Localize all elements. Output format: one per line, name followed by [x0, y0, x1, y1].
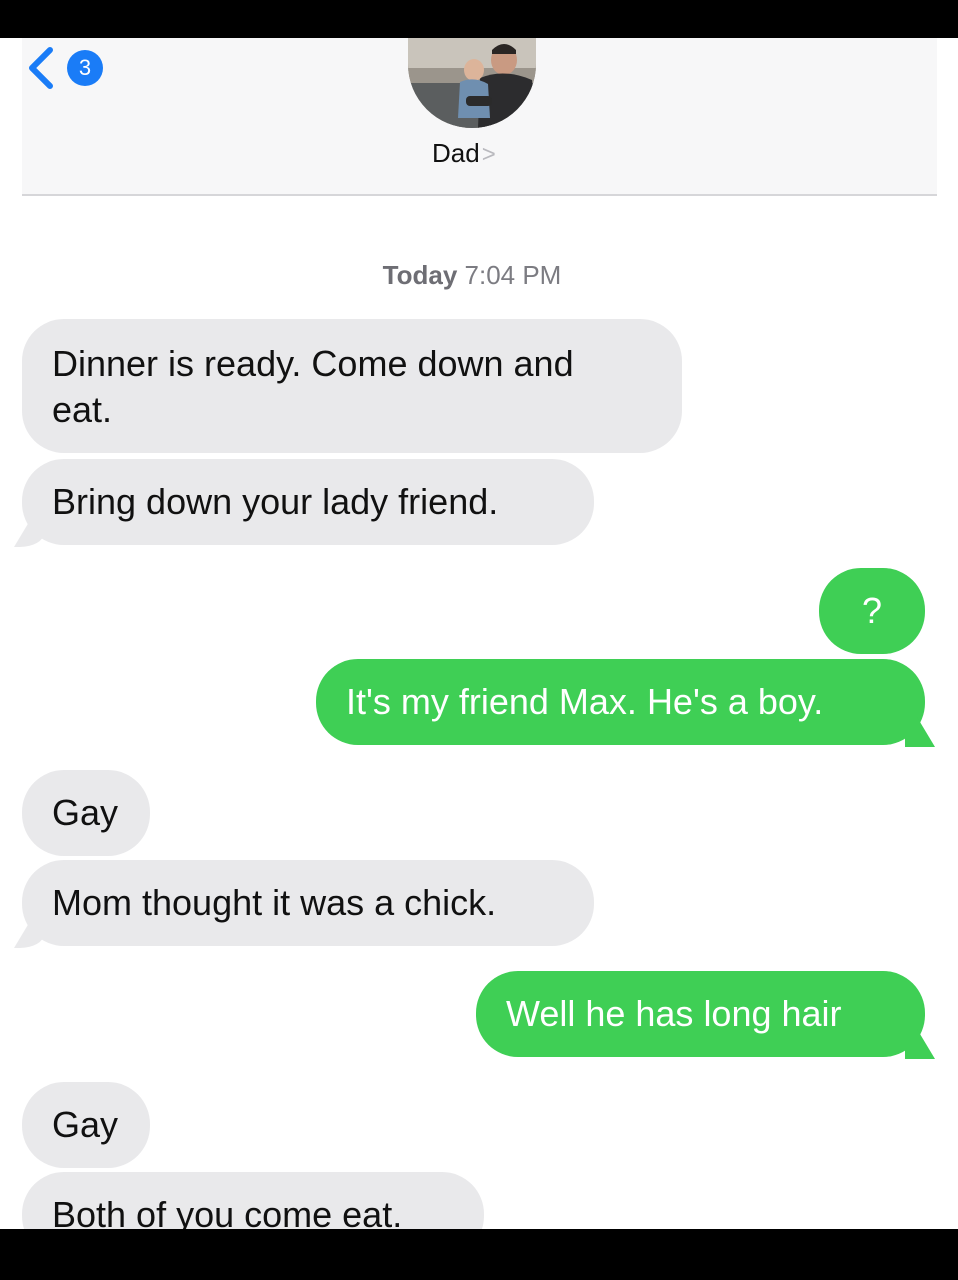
message-text: Well he has long hair — [506, 993, 842, 1034]
message-text: It's my friend Max. He's a boy. — [346, 681, 824, 722]
message-text: Gay — [52, 792, 119, 833]
message-bubble-received[interactable]: Gay — [22, 770, 150, 856]
message-bubble-sent[interactable]: It's my friend Max. He's a boy. — [316, 659, 935, 747]
conversation-screen: 3 Dad> Today 7:04 PM Dinner is ready. Co… — [0, 38, 958, 1229]
avatar[interactable] — [408, 38, 536, 128]
back-button[interactable]: 3 — [22, 42, 112, 92]
bubble-tail — [905, 717, 935, 747]
bubble-tail — [14, 918, 44, 948]
message-text: eat. — [52, 389, 113, 430]
message-bubble-received[interactable]: Mom thought it was a chick. — [14, 860, 594, 948]
chevron-right-icon: > — [481, 141, 496, 168]
message-timestamp: Today 7:04 PM — [0, 260, 944, 291]
conversation-header: 3 Dad> — [22, 38, 937, 196]
timestamp-day: Today — [382, 260, 458, 290]
message-text: Bring down your lady friend. — [52, 481, 499, 522]
bubble-tail — [905, 1029, 935, 1059]
message-bubble-received[interactable]: Gay — [22, 1082, 150, 1168]
message-bubble-received[interactable]: Dinner is ready. Come down and eat. — [22, 319, 682, 453]
message-text: Both of you come eat. — [52, 1194, 403, 1229]
contact-photo — [408, 38, 536, 128]
message-text: Mom thought it was a chick. — [52, 882, 497, 923]
unread-count-badge: 3 — [67, 50, 103, 86]
contact-name-button[interactable]: Dad> — [432, 138, 532, 174]
message-text: Gay — [52, 1104, 119, 1145]
message-bubble-sent[interactable]: ? — [819, 568, 925, 654]
timestamp-time: 7:04 PM — [464, 260, 562, 290]
message-bubble-received[interactable]: Bring down your lady friend. — [14, 459, 594, 547]
message-text: Dinner is ready. Come down and — [52, 343, 574, 384]
contact-name: Dad — [432, 138, 480, 168]
bubble-tail — [14, 517, 44, 547]
chevron-left-icon — [29, 47, 53, 89]
message-text: ? — [861, 590, 883, 631]
message-bubble-received[interactable]: Both of you come eat. — [22, 1172, 484, 1229]
screen-bottom-edge — [0, 1229, 958, 1280]
message-bubble-sent[interactable]: Well he has long hair — [476, 971, 935, 1059]
